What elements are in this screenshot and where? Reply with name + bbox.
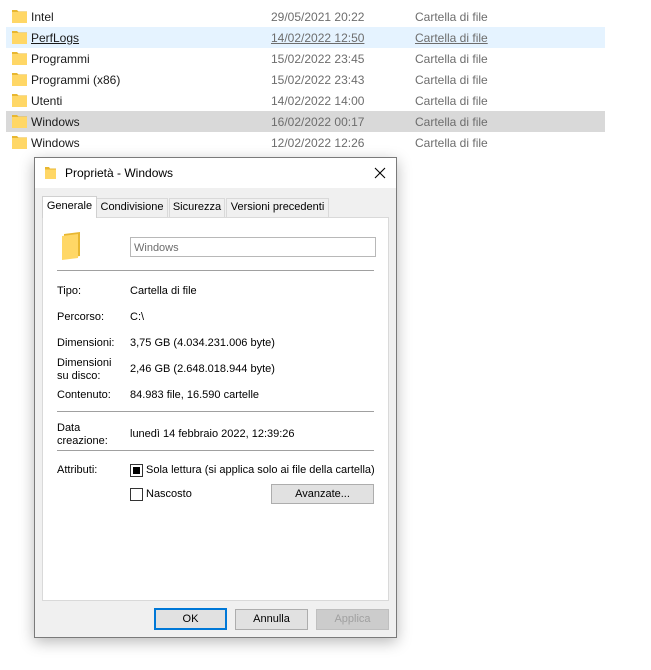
file-type: Cartella di file — [415, 115, 488, 129]
list-item[interactable]: Programmi (x86) 15/02/2022 23:43 Cartell… — [6, 69, 605, 90]
location-label: Percorso: — [57, 311, 105, 323]
size-label: Dimensioni: — [57, 337, 115, 349]
file-name: Programmi — [31, 52, 90, 66]
contents-value: 84.983 file, 16.590 cartelle — [130, 389, 260, 401]
type-label: Tipo: — [57, 285, 82, 297]
apply-button[interactable]: Applica — [316, 609, 389, 630]
created-label-line2: creazione: — [57, 435, 108, 447]
folder-icon — [12, 73, 27, 86]
file-date: 16/02/2022 00:17 — [271, 115, 365, 129]
properties-dialog: Proprietà - Windows Generale Condivision… — [34, 157, 397, 638]
file-type: Cartella di file — [415, 31, 488, 45]
tab-versioni-precedenti[interactable]: Versioni precedenti — [226, 198, 329, 217]
hidden-checkbox[interactable] — [130, 488, 143, 501]
file-name: PerfLogs — [31, 31, 80, 45]
folder-icon — [12, 94, 27, 107]
file-type: Cartella di file — [415, 10, 488, 24]
created-value: lunedì 14 febbraio 2022, 12:39:26 — [130, 428, 295, 440]
advanced-button[interactable]: Avanzate... — [271, 484, 374, 504]
file-date: 15/02/2022 23:45 — [271, 52, 365, 66]
file-name: Windows — [31, 136, 80, 150]
folder-icon — [45, 167, 56, 179]
file-type: Cartella di file — [415, 136, 488, 150]
folder-icon — [12, 10, 27, 23]
type-value: Cartella di file — [130, 285, 197, 297]
close-button[interactable] — [364, 158, 396, 188]
folder-name-field[interactable]: Windows — [130, 237, 376, 257]
file-name: Utenti — [31, 94, 63, 108]
list-item[interactable]: Intel 29/05/2021 20:22 Cartella di file — [6, 6, 605, 27]
hidden-label[interactable]: Nascosto — [146, 488, 192, 500]
size-on-disk-value: 2,46 GB (2.648.018.944 byte) — [130, 363, 275, 375]
ok-button[interactable]: OK — [154, 608, 227, 630]
file-date: 14/02/2022 14:00 — [271, 94, 365, 108]
file-date: 29/05/2021 20:22 — [271, 10, 365, 24]
divider — [57, 450, 374, 451]
divider — [57, 270, 374, 271]
attributes-label: Attributi: — [57, 464, 98, 476]
readonly-checkbox[interactable] — [130, 464, 143, 477]
folder-icon — [62, 232, 80, 260]
list-item[interactable]: Programmi 15/02/2022 23:45 Cartella di f… — [6, 48, 605, 69]
file-date: 14/02/2022 12:50 — [271, 31, 365, 45]
file-date: 12/02/2022 12:26 — [271, 136, 365, 150]
file-type: Cartella di file — [415, 73, 488, 87]
close-icon — [374, 167, 386, 179]
list-item[interactable]: Utenti 14/02/2022 14:00 Cartella di file — [6, 90, 605, 111]
readonly-label[interactable]: Sola lettura (si applica solo ai file de… — [146, 464, 375, 476]
location-value: C:\ — [130, 311, 145, 323]
contents-label: Contenuto: — [57, 389, 111, 401]
dialog-title: Proprietà - Windows — [65, 166, 174, 180]
file-type: Cartella di file — [415, 52, 488, 66]
file-name: Intel — [31, 10, 54, 24]
folder-icon — [12, 115, 27, 128]
folder-icon — [12, 52, 27, 65]
size-on-disk-label-line1: Dimensioni — [57, 357, 112, 369]
list-item[interactable]: Windows 16/02/2022 00:17 Cartella di fil… — [6, 111, 605, 132]
divider — [57, 411, 374, 412]
list-item[interactable]: Windows 12/02/2022 12:26 Cartella di fil… — [6, 132, 605, 153]
folder-icon — [12, 31, 27, 44]
folder-icon — [12, 136, 27, 149]
file-name: Programmi (x86) — [31, 73, 121, 87]
file-date: 15/02/2022 23:43 — [271, 73, 365, 87]
tab-generale[interactable]: Generale — [42, 196, 97, 218]
tab-sicurezza[interactable]: Sicurezza — [169, 198, 225, 217]
size-value: 3,75 GB (4.034.231.006 byte) — [130, 337, 275, 349]
created-label-line1: Data — [57, 422, 81, 434]
file-name: Windows — [31, 115, 80, 129]
file-type: Cartella di file — [415, 94, 488, 108]
size-on-disk-label-line2: su disco: — [57, 370, 101, 382]
list-item[interactable]: PerfLogs 14/02/2022 12:50 Cartella di fi… — [6, 27, 605, 48]
general-panel: Windows Tipo: Cartella di file Percorso:… — [42, 217, 389, 601]
cancel-button[interactable]: Annulla — [235, 609, 308, 630]
tab-condivisione[interactable]: Condivisione — [96, 198, 168, 217]
title-bar[interactable]: Proprietà - Windows — [35, 158, 396, 188]
